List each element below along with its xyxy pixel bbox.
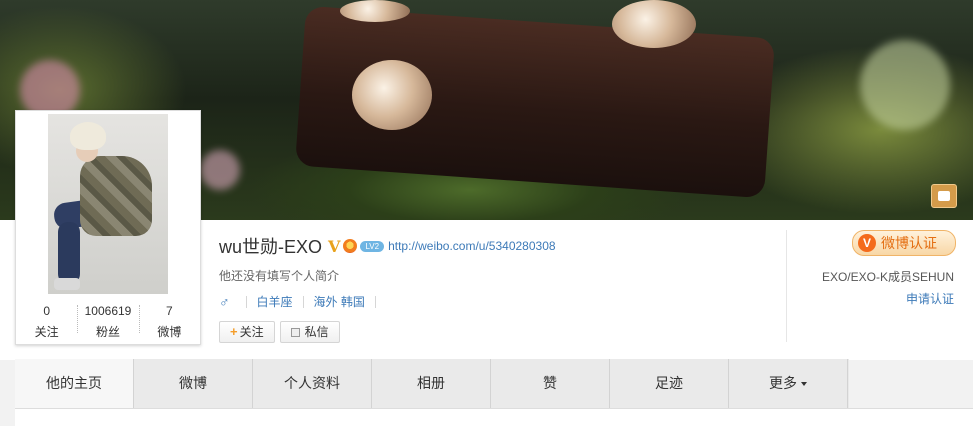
stat-value: 1006619 (84, 304, 132, 318)
stat-value: 7 (165, 304, 173, 318)
stat-value: 0 (43, 304, 50, 318)
stat-following[interactable]: 0 关注 (16, 301, 77, 343)
snail-image (612, 0, 696, 48)
zodiac-link[interactable]: 白羊座 (257, 293, 293, 310)
bokeh-light (200, 150, 240, 190)
profile-card: 0 关注 1006619 粉丝 7 微博 (15, 110, 201, 345)
profile-url-link[interactable]: http://weibo.com/u/5340280308 (388, 239, 555, 253)
male-icon: ♂ (219, 293, 230, 310)
plus-icon: + (230, 324, 238, 339)
tab-album[interactable]: 相册 (372, 359, 491, 408)
content-area (15, 408, 973, 426)
profile-tags: ♂ 白羊座 海外 韩国 (219, 293, 386, 310)
tab-profile[interactable]: 个人资料 (253, 359, 372, 408)
verification-description: EXO/EXO-K成员SEHUN (821, 270, 954, 284)
follow-button-label: 关注 (239, 325, 264, 339)
location-link[interactable]: 海外 韩国 (314, 293, 365, 310)
caret-down-icon (801, 382, 807, 387)
stat-label: 关注 (34, 325, 59, 339)
verified-icon: V (858, 234, 876, 252)
bio-text: 他还没有填写个人简介 (219, 269, 340, 283)
verified-v-icon[interactable]: V (328, 237, 340, 256)
message-icon (290, 327, 300, 337)
profile-nav: 他的主页 微博 个人资料 相册 赞 足迹 更多 (15, 359, 849, 408)
message-button-label: 私信 (304, 325, 329, 339)
profile-stats: 0 关注 1006619 粉丝 7 微博 (16, 301, 200, 343)
stat-posts[interactable]: 7 微博 (138, 301, 200, 343)
divider (245, 295, 247, 308)
tab-home[interactable]: 他的主页 (15, 359, 134, 408)
bokeh-light (860, 40, 950, 130)
stat-followers[interactable]: 1006619 粉丝 (77, 301, 138, 343)
tab-weibo[interactable]: 微博 (134, 359, 253, 408)
change-cover-icon[interactable] (931, 184, 957, 208)
weibo-verified-badge[interactable]: V 微博认证 (852, 230, 956, 256)
name-row: wu世勋-EXO V LV2 http://weibo.com/u/534028… (219, 235, 556, 258)
divider (302, 295, 304, 308)
vip-icon[interactable] (343, 239, 358, 253)
user-name: wu世勋-EXO (219, 237, 323, 257)
stat-label: 微博 (157, 325, 182, 339)
snail-image (352, 60, 432, 130)
tab-more-label: 更多 (769, 375, 797, 391)
message-button[interactable]: 私信 (279, 321, 340, 343)
tab-likes[interactable]: 赞 (491, 359, 610, 408)
tab-footprints[interactable]: 足迹 (610, 359, 729, 408)
tab-more[interactable]: 更多 (729, 359, 848, 408)
snail-image (340, 0, 410, 22)
action-buttons: + 关注 私信 (219, 321, 345, 343)
verified-badge-label: 微博认证 (881, 235, 937, 251)
follow-button[interactable]: + 关注 (219, 321, 275, 343)
avatar[interactable] (48, 114, 168, 294)
stat-label: 粉丝 (95, 325, 120, 339)
divider (786, 230, 787, 342)
level-icon[interactable]: LV2 (360, 240, 385, 252)
divider (374, 295, 376, 308)
apply-verification-link[interactable]: 申请认证 (906, 290, 954, 307)
